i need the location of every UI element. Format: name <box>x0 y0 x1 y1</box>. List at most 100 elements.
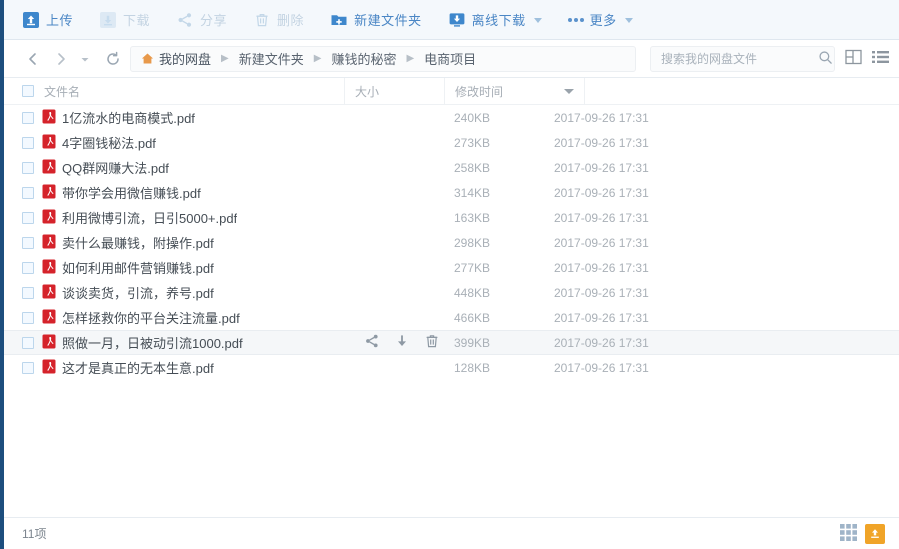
file-time-label: 2017-09-26 17:31 <box>554 310 649 325</box>
column-header-size[interactable]: 大小 <box>344 78 444 104</box>
file-name-label[interactable]: 如何利用邮件营销赚钱.pdf <box>62 258 214 277</box>
pdf-file-icon <box>42 159 56 177</box>
file-row-checkbox[interactable] <box>22 286 34 299</box>
back-button[interactable] <box>22 48 44 70</box>
file-name-label[interactable]: QQ群网赚大法.pdf <box>62 158 169 177</box>
column-header-name-label: 文件名 <box>44 84 81 99</box>
file-row-checkbox[interactable] <box>22 336 34 349</box>
file-name-label[interactable]: 4字圈钱秘法.pdf <box>62 133 156 152</box>
breadcrumb-separator: ▶ <box>221 53 229 64</box>
select-all-checkbox[interactable] <box>22 85 34 97</box>
file-name-cell: 带你学会用微信赚钱.pdf <box>4 183 344 202</box>
offline-download-button-label: 离线下载 <box>471 13 526 28</box>
left-edge-rail <box>0 0 4 549</box>
search-box <box>650 45 835 72</box>
chevron-down-icon[interactable] <box>533 18 542 23</box>
download-icon <box>99 11 117 29</box>
navigation-bar: 我的网盘 ▶ 新建文件夹 ▶ 赚钱的秘密 ▶ 电商项目 <box>4 40 899 78</box>
file-name-label[interactable]: 怎样拯救你的平台关注流量.pdf <box>62 308 240 327</box>
more-button[interactable]: 更多 <box>558 6 643 34</box>
breadcrumb-item-1[interactable]: 新建文件夹 <box>239 49 304 68</box>
refresh-button[interactable] <box>102 48 124 70</box>
file-name-label[interactable]: 利用微博引流，日引5000+.pdf <box>62 208 237 227</box>
breadcrumb-separator: ▶ <box>313 53 322 64</box>
file-size-label: 448KB <box>454 285 491 300</box>
file-row[interactable]: 怎样拯救你的平台关注流量.pdf 466KB 2017-09-26 17:31 <box>4 305 899 330</box>
new-folder-button[interactable]: 新建文件夹 <box>320 6 432 34</box>
file-name-cell: 谈谈卖货，引流，养号.pdf <box>4 283 344 302</box>
file-name-cell: 4字圈钱秘法.pdf <box>4 133 344 152</box>
file-row-checkbox[interactable] <box>22 186 34 199</box>
file-row[interactable]: 1亿流水的电商模式.pdf 240KB 2017-09-26 17:31 <box>4 105 899 130</box>
file-row[interactable]: 卖什么最赚钱，附操作.pdf 298KB 2017-09-26 17:31 <box>4 230 899 255</box>
file-name-label[interactable]: 1亿流水的电商模式.pdf <box>62 108 195 127</box>
file-row-checkbox[interactable] <box>22 361 34 374</box>
file-row[interactable]: 带你学会用微信赚钱.pdf 314KB 2017-09-26 17:31 <box>4 180 899 205</box>
upload-button[interactable]: 上传 <box>12 6 83 34</box>
upload-icon <box>22 11 40 29</box>
share-button[interactable]: 分享 <box>166 6 237 34</box>
file-row[interactable]: 4字圈钱秘法.pdf 273KB 2017-09-26 17:31 <box>4 130 899 155</box>
file-name-label[interactable]: 谈谈卖货，引流，养号.pdf <box>62 283 214 302</box>
file-row[interactable]: 如何利用邮件营销赚钱.pdf 277KB 2017-09-26 17:31 <box>4 255 899 280</box>
breadcrumb-item-2[interactable]: 赚钱的秘密 <box>331 49 396 68</box>
file-name-cell: 这才是真正的无本生意.pdf <box>4 358 344 377</box>
file-row[interactable]: 谈谈卖货，引流，养号.pdf 448KB 2017-09-26 17:31 <box>4 280 899 305</box>
delete-button[interactable]: 删除 <box>243 6 314 34</box>
search-icon[interactable] <box>818 50 833 68</box>
file-name-cell: 利用微博引流，日引5000+.pdf <box>4 208 344 227</box>
grid-view-icon[interactable] <box>840 523 857 544</box>
forward-button[interactable] <box>50 48 72 70</box>
file-row-checkbox[interactable] <box>22 236 34 249</box>
file-name-cell: 如何利用邮件营销赚钱.pdf <box>4 258 344 277</box>
new-folder-button-label: 新建文件夹 <box>354 13 422 28</box>
file-row[interactable]: 利用微博引流，日引5000+.pdf 163KB 2017-09-26 17:31 <box>4 205 899 230</box>
file-name-label[interactable]: 这才是真正的无本生意.pdf <box>62 358 214 377</box>
new-folder-icon <box>330 11 348 29</box>
file-row-checkbox[interactable] <box>22 211 34 224</box>
file-row-checkbox[interactable] <box>22 311 34 324</box>
history-dropdown-button[interactable] <box>78 48 92 70</box>
file-size-label: 466KB <box>454 310 491 325</box>
file-row[interactable]: 照做一月，日被动引流1000.pdf 399KB 2017-09-26 17:31 <box>4 330 899 355</box>
list-view-icon[interactable] <box>872 49 889 68</box>
column-header-time-label: 修改时间 <box>455 84 504 99</box>
file-size-label: 128KB <box>454 360 491 375</box>
column-header-time[interactable]: 修改时间 <box>444 78 584 104</box>
chevron-down-icon[interactable] <box>624 18 633 23</box>
file-name-cell: QQ群网赚大法.pdf <box>4 158 344 177</box>
file-name-label[interactable]: 照做一月，日被动引流1000.pdf <box>62 333 243 352</box>
file-row-checkbox[interactable] <box>22 161 34 174</box>
file-time-label: 2017-09-26 17:31 <box>554 260 649 275</box>
file-row-checkbox[interactable] <box>22 136 34 149</box>
column-header-name[interactable]: 文件名 <box>4 83 344 100</box>
download-button[interactable]: 下载 <box>89 6 160 34</box>
breadcrumb-item-root[interactable]: 我的网盘 <box>141 49 211 68</box>
item-count-label: 11项 <box>22 527 47 541</box>
row-delete-icon[interactable] <box>424 333 440 352</box>
file-size-label: 258KB <box>454 160 491 175</box>
breadcrumb-item-current[interactable]: 电商项目 <box>424 49 476 68</box>
share-icon <box>176 11 194 29</box>
file-name-label[interactable]: 带你学会用微信赚钱.pdf <box>62 183 201 202</box>
panel-view-icon[interactable] <box>845 49 862 68</box>
pdf-file-icon <box>42 234 56 252</box>
search-input[interactable] <box>659 50 818 67</box>
file-name-label[interactable]: 卖什么最赚钱，附操作.pdf <box>62 233 214 252</box>
download-button-label: 下载 <box>123 13 151 28</box>
file-row[interactable]: 这才是真正的无本生意.pdf 128KB 2017-09-26 17:31 <box>4 355 899 380</box>
row-download-icon[interactable] <box>394 333 410 352</box>
file-time-label: 2017-09-26 17:31 <box>554 185 649 200</box>
file-row-checkbox[interactable] <box>22 261 34 274</box>
transfer-list-icon[interactable] <box>865 523 885 544</box>
sort-descending-icon[interactable] <box>564 88 574 94</box>
view-toggle-group <box>845 49 889 68</box>
offline-download-button[interactable]: 离线下载 <box>438 6 552 34</box>
file-row-checkbox[interactable] <box>22 111 34 124</box>
row-share-icon[interactable] <box>364 333 380 352</box>
main-toolbar: 上传 下载 分享 删除 新建文件夹 离线下载 更多 <box>4 0 899 40</box>
file-row[interactable]: QQ群网赚大法.pdf 258KB 2017-09-26 17:31 <box>4 155 899 180</box>
breadcrumb-separator: ▶ <box>406 53 415 64</box>
pdf-file-icon <box>42 309 56 327</box>
file-name-cell: 怎样拯救你的平台关注流量.pdf <box>4 308 344 327</box>
